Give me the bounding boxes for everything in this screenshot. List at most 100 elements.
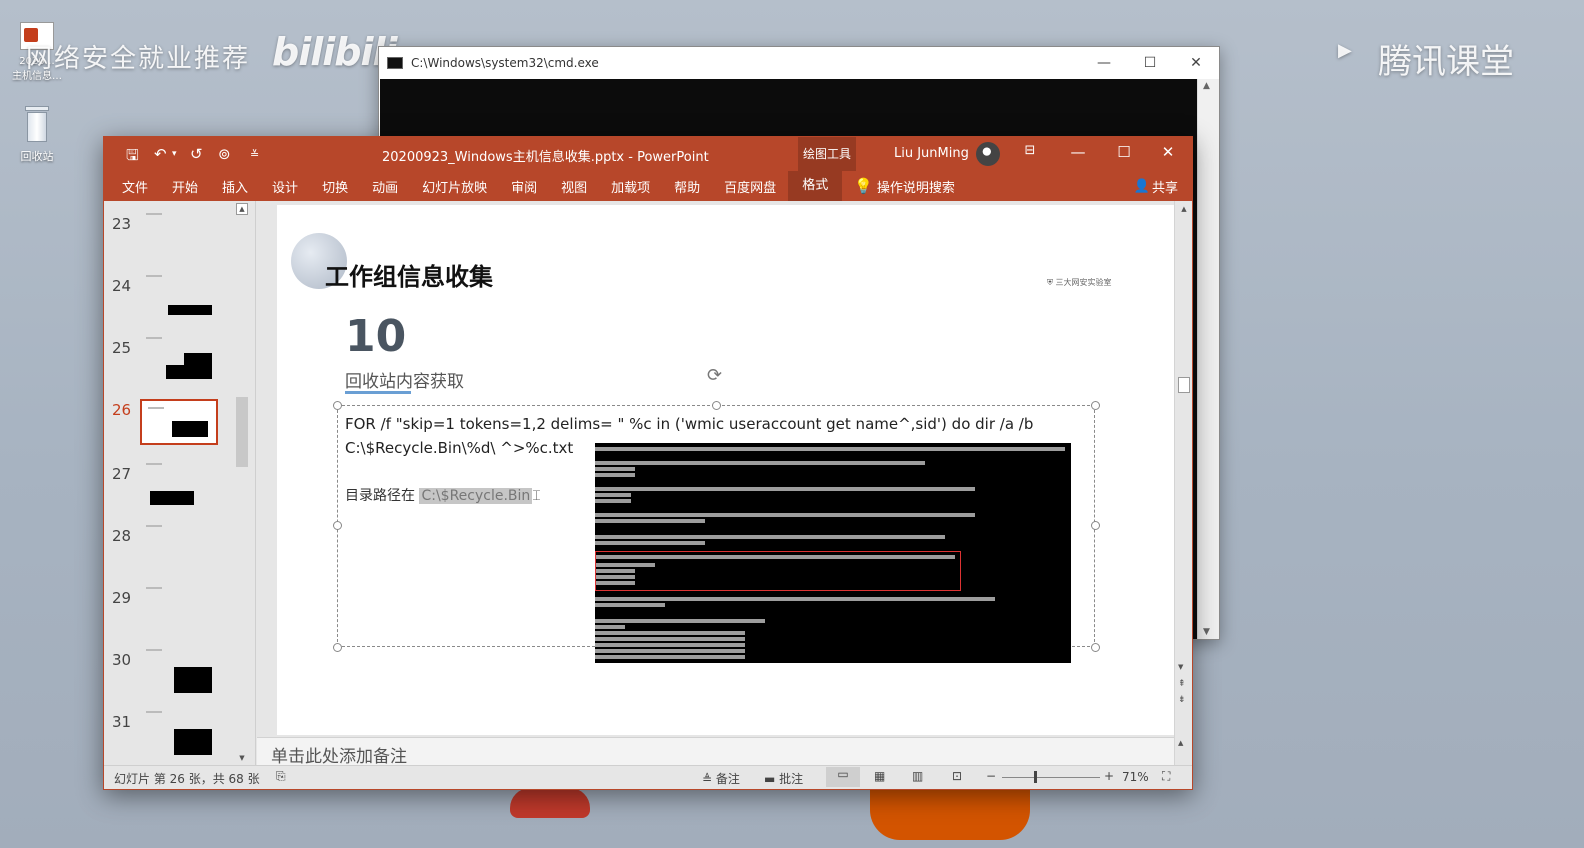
section-number[interactable]: 10 [345, 311, 406, 362]
notes-pane[interactable]: 单击此处添加备注 [257, 737, 1174, 767]
resize-handle[interactable] [712, 401, 721, 410]
redo-icon[interactable]: ↺ [190, 145, 203, 163]
fit-to-window-icon[interactable]: ⛶ [1162, 769, 1170, 784]
tab-insert[interactable]: 插入 [210, 177, 260, 196]
desktop-recycle-bin[interactable]: 回收站 [2, 106, 72, 164]
slide-vertical-scrollbar[interactable]: ▲ ▼ ⇞ ⇟ ▲ [1174, 201, 1192, 767]
window-title: 20200923_Windows主机信息收集.pptx - PowerPoint [382, 150, 709, 165]
drawing-tools-label: 绘图工具 [798, 137, 856, 171]
powerpoint-window[interactable]: 🖫 ↶ ▾ ↺ ⊚ ≚ 20200923_Windows主机信息收集.pptx … [103, 136, 1193, 790]
tab-file[interactable]: 文件 [104, 177, 160, 196]
next-slide-icon[interactable]: ⇟ [1178, 695, 1186, 705]
scroll-up-icon[interactable]: ▲ [1178, 203, 1190, 215]
slide-canvas[interactable]: 工作组信息收集 ⛨ 三大网安实验室 10 回收站内容获取 ⟳ FOR /f "s… [277, 205, 1177, 735]
ribbon-display-icon[interactable]: ⊟ [1010, 143, 1050, 158]
tab-animations[interactable]: 动画 [360, 177, 410, 196]
slide-sorter-icon[interactable]: ▦ [874, 769, 885, 783]
thumbnail-31[interactable]: 31 [104, 705, 240, 765]
thumbnail-23[interactable]: 23 [104, 207, 240, 267]
resize-handle[interactable] [333, 521, 342, 530]
save-icon[interactable]: 🖫 [126, 145, 139, 170]
cmd-scrollbar[interactable]: ▲ ▼ [1197, 79, 1219, 639]
ppt-minimize-button[interactable]: — [1058, 143, 1098, 161]
thumbnail-number: 30 [112, 651, 132, 669]
tab-addins[interactable]: 加载项 [599, 177, 662, 196]
normal-view-icon[interactable]: ▭ [826, 767, 860, 787]
scroll-up-icon[interactable]: ▲ [1203, 81, 1210, 91]
user-name[interactable]: Liu JunMing [894, 146, 969, 161]
tab-slideshow[interactable]: 幻灯片放映 [410, 177, 499, 196]
thumbnail-29[interactable]: 29 [104, 581, 240, 641]
cmd-minimize-button[interactable]: — [1081, 55, 1127, 71]
slide-count: 幻灯片 第 26 张，共 68 张 [114, 772, 260, 786]
notes-placeholder[interactable]: 单击此处添加备注 [271, 747, 407, 767]
zoom-in-icon[interactable]: + [1104, 769, 1114, 783]
share-button[interactable]: 共享 [1152, 177, 1192, 196]
tab-help[interactable]: 帮助 [662, 177, 712, 196]
path-value-selected[interactable]: C:\$Recycle.Bin [419, 488, 533, 504]
command-line-1[interactable]: FOR /f "skip=1 tokens=1,2 delims= " %c i… [345, 415, 1033, 433]
undo-dropdown-icon[interactable]: ▾ [172, 149, 177, 159]
comment-icon: ▬ [764, 772, 780, 786]
tab-baidu-netdisk[interactable]: 百度网盘 [712, 177, 788, 196]
slide-heading[interactable]: 工作组信息收集 [325, 257, 493, 292]
thumbnail-26[interactable]: 26 [104, 393, 240, 453]
terminal-screenshot [595, 443, 1071, 663]
tab-review[interactable]: 审阅 [499, 177, 549, 196]
thumbnails-scroll-thumb[interactable] [236, 397, 248, 467]
avatar[interactable] [976, 142, 1000, 166]
tab-home[interactable]: 开始 [160, 177, 210, 196]
rotate-handle-icon[interactable]: ⟳ [707, 365, 722, 386]
notes-status-button[interactable]: ≜ 备注 [702, 770, 740, 787]
scroll-down-icon[interactable]: ▼ [1178, 663, 1183, 671]
zoom-level[interactable]: 71% [1122, 770, 1149, 784]
scroll-up-icon[interactable]: ▲ [1178, 739, 1183, 747]
slide-editing-area[interactable]: 工作组信息收集 ⛨ 三大网安实验室 10 回收站内容获取 ⟳ FOR /f "s… [257, 201, 1177, 737]
thumbnail-27[interactable]: 27 [104, 457, 240, 517]
zoom-out-icon[interactable]: − [986, 769, 996, 783]
share-person-icon: 👤 [1133, 178, 1150, 194]
cmd-titlebar[interactable]: C:\Windows\system32\cmd.exe — ☐ ✕ [379, 47, 1219, 79]
tab-format[interactable]: 格式 [788, 171, 843, 201]
ppt-titlebar[interactable]: 🖫 ↶ ▾ ↺ ⊚ ≚ 20200923_Windows主机信息收集.pptx … [104, 137, 1192, 171]
cmd-maximize-button[interactable]: ☐ [1127, 55, 1173, 71]
resize-handle[interactable] [1091, 643, 1100, 652]
thumbnail-28[interactable]: 28 [104, 519, 240, 579]
slide-thumbnails-pane[interactable]: 23 24 25 26 27 28 29 30 31 ▲ ▼ [104, 201, 256, 767]
scroll-up-icon[interactable]: ▲ [236, 203, 248, 215]
resize-handle[interactable] [333, 401, 342, 410]
customize-qat-icon[interactable]: ≚ [250, 148, 259, 161]
thumbnail-number: 29 [112, 589, 132, 607]
zoom-slider[interactable] [1002, 777, 1100, 778]
slideshow-view-icon[interactable]: ⊡ [952, 769, 962, 783]
tab-view[interactable]: 视图 [549, 177, 599, 196]
ppt-maximize-button[interactable]: ☐ [1104, 143, 1144, 161]
zoom-slider-thumb[interactable] [1034, 771, 1037, 783]
reading-view-icon[interactable]: ▥ [912, 769, 923, 783]
present-icon[interactable]: ⊚ [218, 145, 231, 163]
tab-design[interactable]: 设计 [260, 177, 310, 196]
thumbnail-24[interactable]: 24 [104, 269, 240, 329]
undo-icon[interactable]: ↶ [154, 145, 167, 163]
comments-status-button[interactable]: ▬ 批注 [764, 770, 803, 787]
section-subtitle[interactable]: 回收站内容获取 [345, 367, 464, 392]
thumbnail-25[interactable]: 25 [104, 331, 240, 391]
command-line-2[interactable]: C:\$Recycle.Bin\%d\ ^>%c.txt [345, 439, 573, 457]
resize-handle[interactable] [333, 643, 342, 652]
resize-handle[interactable] [1091, 401, 1100, 410]
path-line[interactable]: 目录路径在 C:\$Recycle.Bin ⌶ [345, 485, 541, 505]
thumbnails-scrollbar[interactable]: ▲ ▼ [234, 201, 250, 767]
ribbon-tabs: 文件 开始 插入 设计 切换 动画 幻灯片放映 审阅 视图 加载项 帮助 百度网… [104, 171, 1192, 201]
scroll-down-icon[interactable]: ▼ [236, 753, 248, 765]
slide-scroll-thumb[interactable] [1178, 377, 1190, 393]
lab-logo-text: 三大网安实验室 [1055, 278, 1112, 287]
tab-transitions[interactable]: 切换 [310, 177, 360, 196]
spellcheck-icon[interactable]: ⎘ [276, 769, 286, 784]
ppt-close-button[interactable]: ✕ [1148, 143, 1188, 161]
scroll-down-icon[interactable]: ▼ [1203, 627, 1210, 637]
previous-slide-icon[interactable]: ⇞ [1178, 679, 1186, 689]
tell-me-search[interactable]: 操作说明搜索 [877, 177, 967, 196]
cmd-close-button[interactable]: ✕ [1173, 55, 1219, 71]
resize-handle[interactable] [1091, 521, 1100, 530]
thumbnail-30[interactable]: 30 [104, 643, 240, 703]
